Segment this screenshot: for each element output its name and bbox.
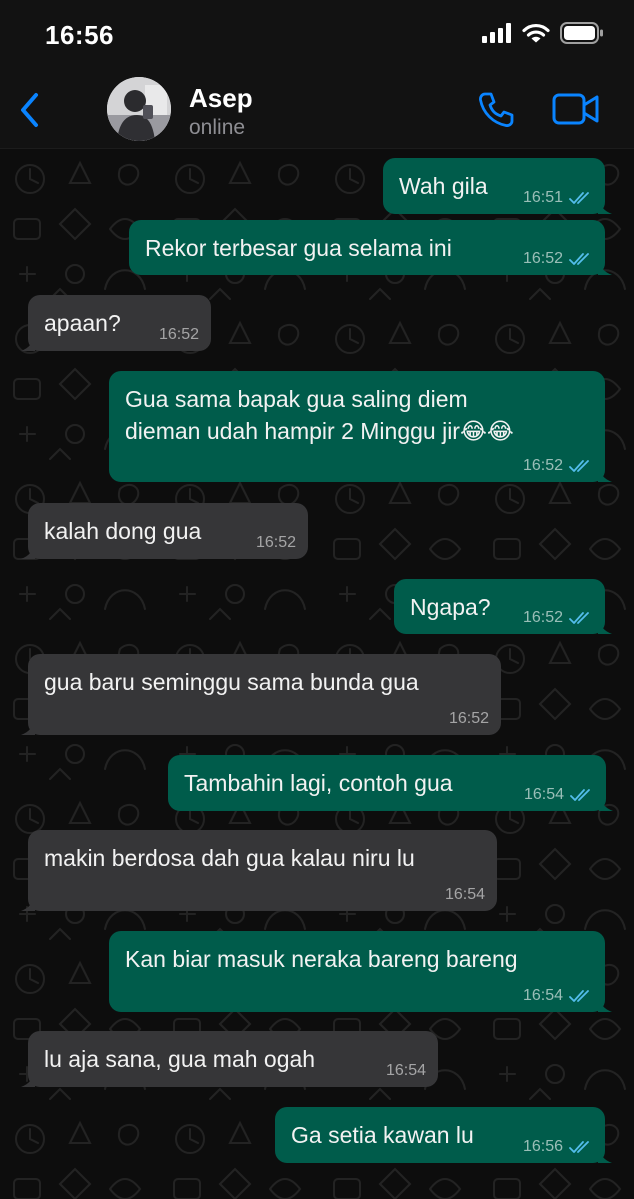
message-meta: 16:54 [386, 1062, 426, 1080]
message-meta: 16:51 [523, 189, 593, 207]
signal-icon [482, 23, 511, 43]
chat-header: Asep online [0, 70, 634, 149]
bubble-tail [599, 795, 613, 811]
message-meta: 16:54 [445, 886, 485, 904]
avatar-photo [107, 77, 171, 141]
message-time: 16:54 [385, 1062, 426, 1079]
message-text: Kan biar masuk neraka bareng bareng [125, 946, 518, 972]
message-list[interactable]: Wah gila 16:51 Rekor terbesar gua selama i… [0, 149, 634, 1199]
message-text: Ngapa? [410, 594, 491, 620]
video-camera-icon [552, 93, 599, 125]
message-text: apaan? [44, 310, 121, 336]
bubble-tail [598, 618, 612, 634]
message-time: 16:54 [444, 886, 485, 903]
message-meta: 16:52 [449, 710, 489, 728]
message-text: Gua sama bapak gua saling diem dieman ud… [125, 386, 514, 444]
wifi-icon [522, 23, 550, 42]
bubble-tail [598, 259, 612, 275]
message-meta: 16:52 [523, 609, 593, 627]
voice-call-button[interactable] [476, 90, 516, 130]
read-receipt-icon [569, 192, 589, 204]
video-call-button[interactable] [552, 92, 600, 126]
read-receipt-icon [569, 460, 589, 472]
status-icons [482, 22, 604, 44]
chevron-left-icon [21, 93, 38, 127]
message-meta: 16:52 [159, 326, 199, 344]
message-time: 16:52 [158, 326, 199, 343]
message-time: 16:52 [522, 457, 563, 474]
bubble-tail [21, 895, 35, 911]
message-text: gua baru seminggu sama bunda gua [44, 669, 419, 695]
bubble-tail [598, 466, 612, 482]
contact-status: online [189, 116, 246, 139]
incoming-message[interactable]: makin berdosa dah gua kalau niru lu 16:54 [21, 830, 497, 911]
message-text: Ga setia kawan lu [291, 1122, 474, 1148]
incoming-message[interactable]: apaan? 16:52 [21, 295, 211, 351]
contact-name[interactable]: Asep [189, 83, 253, 114]
read-receipt-icon [569, 990, 589, 1002]
avatar[interactable] [107, 77, 171, 141]
message-time: 16:54 [523, 786, 564, 803]
message-text: kalah dong gua [44, 518, 202, 544]
outgoing-message[interactable]: Tambahin lagi, contoh gua 16:54 [168, 755, 613, 811]
chat-screen: 16:56 Asep online Wah gila 16:51 Rekor t… [0, 0, 634, 1199]
message-time: 16:56 [522, 1138, 563, 1155]
message-text: makin berdosa dah gua kalau niru lu [44, 845, 415, 871]
bubble-tail [598, 198, 612, 214]
message-time: 16:52 [255, 534, 296, 551]
read-receipt-icon [569, 612, 589, 624]
message-text: Tambahin lagi, contoh gua [184, 770, 453, 796]
status-time: 16:56 [45, 20, 114, 50]
battery-icon [560, 22, 603, 44]
message-time: 16:52 [522, 250, 563, 267]
status-bar: 16:56 [0, 0, 634, 70]
message-text: Rekor terbesar gua selama ini [145, 235, 452, 261]
message-time: 16:52 [522, 609, 563, 626]
message-time: 16:52 [448, 710, 489, 727]
bubble-tail [21, 719, 35, 735]
outgoing-message[interactable]: Ngapa? 16:52 [394, 579, 612, 634]
back-button[interactable] [14, 90, 44, 130]
phone-icon [479, 92, 514, 127]
message-meta: 16:56 [523, 1138, 593, 1156]
outgoing-message[interactable]: Wah gila 16:51 [383, 158, 612, 214]
message-meta: 16:52 [523, 250, 593, 268]
incoming-message[interactable]: lu aja sana, gua mah ogah 16:54 [21, 1031, 438, 1087]
outgoing-message[interactable]: Rekor terbesar gua selama ini 16:52 [129, 220, 612, 275]
outgoing-message[interactable]: Kan biar masuk neraka bareng bareng 16:54 [109, 931, 612, 1012]
bubble-tail [21, 543, 35, 559]
bubble-tail [598, 996, 612, 1012]
message-meta: 16:52 [256, 534, 296, 552]
message-meta: 16:54 [523, 987, 593, 1005]
read-receipt-icon [570, 789, 590, 801]
message-time: 16:51 [522, 189, 563, 206]
bubble-tail [598, 1147, 612, 1163]
message-meta: 16:54 [524, 786, 594, 804]
incoming-message[interactable]: kalah dong gua 16:52 [21, 503, 308, 559]
read-receipt-icon [569, 253, 589, 265]
bubble-tail [21, 1071, 35, 1087]
message-time: 16:54 [522, 987, 563, 1004]
bubble-tail [21, 335, 35, 351]
message-meta: 16:52 [523, 457, 593, 475]
outgoing-message[interactable]: Ga setia kawan lu 16:56 [275, 1107, 612, 1163]
read-receipt-icon [569, 1141, 589, 1153]
incoming-message[interactable]: gua baru seminggu sama bunda gua 16:52 [21, 654, 501, 735]
message-text: Wah gila [399, 173, 488, 199]
outgoing-message[interactable]: Gua sama bapak gua saling diem dieman ud… [109, 371, 612, 482]
message-text: lu aja sana, gua mah ogah [44, 1046, 316, 1072]
